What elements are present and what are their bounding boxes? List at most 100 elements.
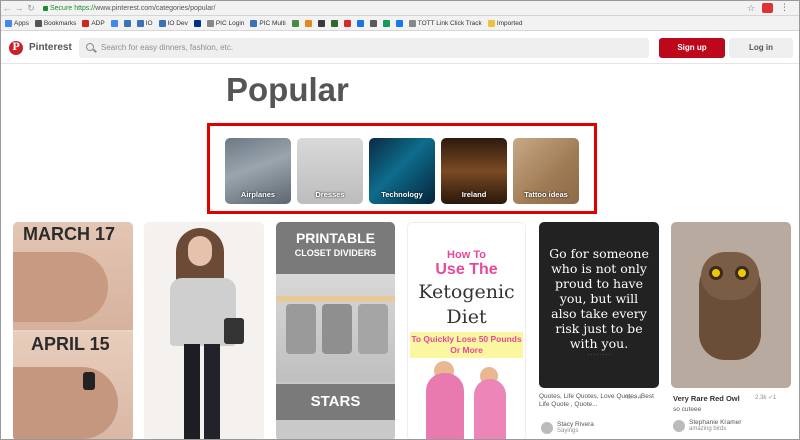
bookmark-star-icon[interactable]: ☆ xyxy=(747,3,755,14)
bookmark-label: IO xyxy=(145,19,153,27)
secure-label: Secure xyxy=(50,4,73,12)
pin-image xyxy=(474,379,506,439)
arm-image xyxy=(13,252,108,322)
bookmark-item[interactable] xyxy=(123,19,131,27)
bookmark-item[interactable]: Imported xyxy=(487,19,523,27)
url-field[interactable]: https://www.pinterest.com/categories/pop… xyxy=(74,5,215,12)
bookmark-item[interactable] xyxy=(395,19,403,27)
pin-title[interactable]: Very Rare Red Owl xyxy=(673,394,740,403)
address-bar: ← → ↻ Secure https://www.pinterest.com/c… xyxy=(1,1,799,16)
bookmark-label: TOTT Link Click Track xyxy=(417,19,482,27)
pin-stats: 2.3k ✓1 xyxy=(755,395,777,401)
pinterest-logo-icon[interactable]: P xyxy=(9,41,23,55)
bookmark-item[interactable] xyxy=(304,19,312,27)
url-text: www.pinterest.com/categories/popular/ xyxy=(95,4,216,12)
pin-image xyxy=(358,304,388,354)
board-name: Sayings xyxy=(557,428,579,434)
pin-image xyxy=(224,318,244,344)
category-tattoo-ideas[interactable]: Tattoo ideas xyxy=(513,138,579,204)
pin-fashion-outfit[interactable] xyxy=(144,222,264,439)
menu-icon[interactable]: ⋮ xyxy=(780,2,789,13)
bookmark-label: Bookmarks xyxy=(43,19,77,27)
pin-image xyxy=(709,266,723,280)
bookmark-item[interactable] xyxy=(317,19,325,27)
bookmark-item[interactable] xyxy=(110,19,118,27)
bookmark-item[interactable] xyxy=(369,19,377,27)
apps-icon xyxy=(5,19,12,27)
avatar xyxy=(541,422,553,434)
reload-icon[interactable]: ↻ xyxy=(25,3,37,14)
search-placeholder: Search for easy dinners, fashion, etc. xyxy=(101,43,234,52)
pin-ketogenic-diet[interactable]: How To Use The Ketogenic Diet To Quickly… xyxy=(407,222,526,439)
ext-icon xyxy=(369,19,377,27)
pin-stats: 4k ✓4 xyxy=(625,395,642,401)
pin-image xyxy=(322,304,352,354)
bookmark-item[interactable]: TOTT Link Click Track xyxy=(408,19,482,27)
bookmark-label: IO Dev xyxy=(167,19,188,27)
category-airplanes[interactable]: Airplanes xyxy=(225,138,291,204)
bookmark-item[interactable] xyxy=(330,19,338,27)
bookmark-item[interactable]: IO xyxy=(136,19,153,27)
pin-quote-text: Go for someone who is not only proud to … xyxy=(549,246,649,351)
pin-author[interactable]: Stacy Rivera Sayings xyxy=(541,421,594,435)
globe-icon xyxy=(123,19,131,27)
pin-text: To Quickly Lose 50 Pounds Or More xyxy=(410,332,523,358)
bookmark-label: Apps xyxy=(14,19,29,27)
pin-image xyxy=(204,344,220,439)
pin-author[interactable]: Stephanie Kramer amazing birds xyxy=(673,419,741,433)
brand-name[interactable]: Pinterest xyxy=(29,42,72,53)
folder-icon xyxy=(487,19,495,27)
bookmark-item[interactable]: PIC Multi xyxy=(250,19,286,27)
bookmark-item[interactable] xyxy=(382,19,390,27)
paypal-icon xyxy=(193,19,201,27)
forward-icon[interactable]: → xyxy=(13,3,25,13)
star-icon xyxy=(34,19,42,27)
author-name: Stacy Rivera xyxy=(557,421,594,428)
pin-text: Ketogenic xyxy=(418,281,515,303)
bookmark-item[interactable]: PIC Login xyxy=(206,19,244,27)
author-name: Stephanie Kramer xyxy=(689,419,742,426)
bookmark-label: Imported xyxy=(496,19,523,27)
signup-button[interactable]: Sign up xyxy=(659,38,725,58)
category-dresses[interactable]: Dresses xyxy=(297,138,363,204)
pin-text: STARS xyxy=(276,384,395,420)
bookmark-item[interactable] xyxy=(356,19,364,27)
lock-icon xyxy=(43,5,48,11)
login-button[interactable]: Log in xyxy=(729,38,793,58)
secure-indicator[interactable]: Secure xyxy=(43,5,72,12)
bookmarks-bar: Apps Bookmarks ADP IO IO Dev PIC Login PIC Mul… xyxy=(1,16,799,31)
url-scheme: https:// xyxy=(74,4,96,12)
back-icon[interactable]: ← xyxy=(1,3,13,13)
pin-image xyxy=(184,344,200,439)
pin-image xyxy=(426,373,464,439)
bookmark-item[interactable]: IO Dev xyxy=(158,19,188,27)
category-technology[interactable]: Technology xyxy=(369,138,435,204)
bookmark-item[interactable] xyxy=(193,19,201,27)
pin-weight-loss-arms[interactable]: MARCH 17 APRIL 15 xyxy=(13,222,133,439)
pin-watermark: · · · · · · · · xyxy=(587,352,611,358)
extension-icon[interactable] xyxy=(762,3,773,13)
board-name: amazing birds xyxy=(689,426,727,432)
doc-icon xyxy=(408,19,416,27)
site-header: P Pinterest Search for easy dinners, fas… xyxy=(1,32,799,64)
pin-quote[interactable]: Go for someone who is not only proud to … xyxy=(539,222,659,388)
bookmark-item[interactable]: Bookmarks xyxy=(34,19,77,27)
search-input[interactable]: Search for easy dinners, fashion, etc. xyxy=(79,38,649,58)
browser-window: ← → ↻ Secure https://www.pinterest.com/c… xyxy=(0,0,800,440)
pin-text: MARCH 17 xyxy=(23,224,116,244)
bookmark-item[interactable]: ADP xyxy=(82,19,105,27)
ext-icon xyxy=(304,19,312,27)
bookmark-item[interactable]: Apps xyxy=(5,19,29,27)
search-icon xyxy=(86,43,94,51)
bookmark-label: ADP xyxy=(91,19,105,27)
globe-icon xyxy=(250,19,258,27)
pin-closet-dividers[interactable]: PRINTABLE CLOSET DIVIDERS STARS xyxy=(276,222,395,439)
bookmark-item[interactable] xyxy=(291,19,299,27)
ext-icon xyxy=(291,19,299,27)
pin-text: PRINTABLE xyxy=(295,230,376,246)
avatar xyxy=(673,420,685,432)
bookmark-item[interactable] xyxy=(343,19,351,27)
pin-text: APRIL 15 xyxy=(31,334,110,354)
pin-red-owl[interactable] xyxy=(671,222,791,388)
category-ireland[interactable]: Ireland xyxy=(441,138,507,204)
